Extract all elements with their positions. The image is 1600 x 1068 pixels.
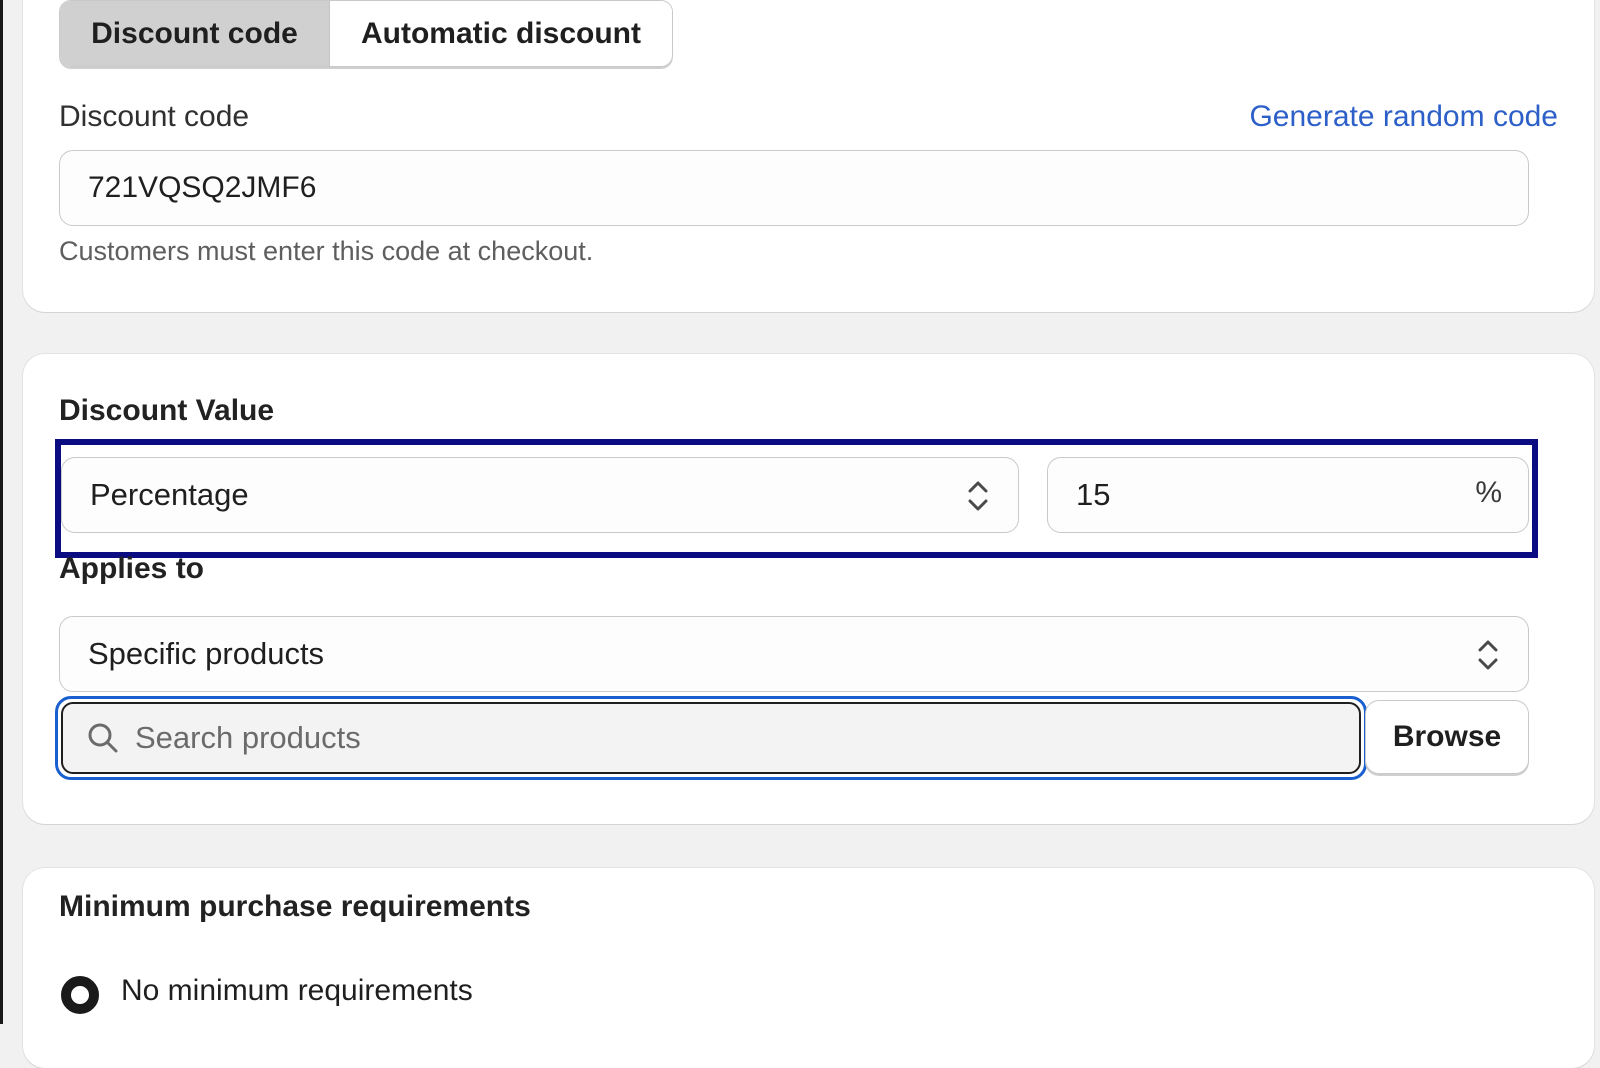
- search-icon: [88, 723, 118, 753]
- discount-amount-value: 15: [1076, 477, 1111, 512]
- discount-code-help-text: Customers must enter this code at checko…: [59, 236, 594, 266]
- discount-type-select[interactable]: Percentage: [61, 457, 1019, 533]
- minimum-requirements-card: Minimum purchase requirements No minimum…: [23, 868, 1594, 1068]
- applies-to-select[interactable]: Specific products: [59, 616, 1529, 692]
- search-products-input[interactable]: Search products: [61, 702, 1361, 774]
- discount-code-value: 721VQSQ2JMF6: [88, 171, 317, 204]
- tab-discount-code[interactable]: Discount code: [60, 1, 330, 66]
- applies-to-label: Applies to: [59, 552, 205, 585]
- applies-to-value: Specific products: [88, 636, 325, 671]
- chevron-up-down-icon: [968, 481, 988, 511]
- chevron-up-down-icon: [1478, 640, 1498, 670]
- search-products-focus-ring: Search products: [55, 696, 1367, 780]
- discount-amount-field[interactable]: 15 %: [1047, 457, 1529, 533]
- browse-button[interactable]: Browse: [1365, 700, 1529, 774]
- discount-code-card: Discount code Automatic discount Discoun…: [23, 0, 1594, 312]
- no-minimum-option-label: No minimum requirements: [121, 974, 473, 1007]
- window-left-edge: [0, 0, 3, 1024]
- discount-value-card: Discount Value Percentage 15 % Applies t…: [23, 354, 1594, 824]
- tab-automatic-discount[interactable]: Automatic discount: [330, 1, 672, 66]
- minimum-requirements-heading: Minimum purchase requirements: [59, 890, 531, 923]
- discount-type-value: Percentage: [90, 477, 249, 512]
- radio-selected-icon[interactable]: [61, 976, 99, 1014]
- discount-code-label: Discount code: [59, 100, 250, 133]
- generate-random-code-link[interactable]: Generate random code: [1249, 100, 1558, 134]
- search-products-placeholder: Search products: [135, 720, 361, 755]
- discount-method-tabs: Discount code Automatic discount: [59, 0, 673, 67]
- discount-value-heading: Discount Value: [59, 394, 275, 427]
- percent-suffix: %: [1475, 476, 1502, 509]
- discount-code-field[interactable]: 721VQSQ2JMF6: [59, 150, 1529, 226]
